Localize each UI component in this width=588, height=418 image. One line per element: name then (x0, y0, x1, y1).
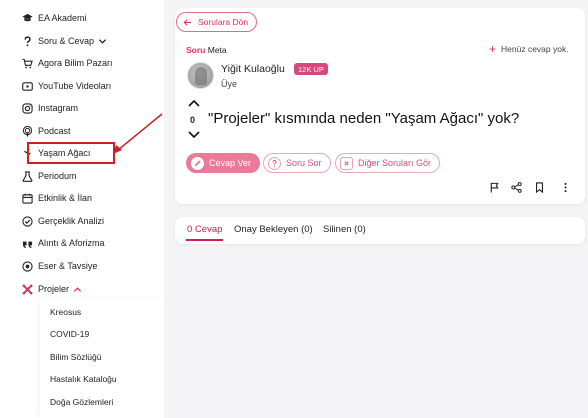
user-name[interactable]: Yiğit Kulaoğlu (221, 63, 285, 75)
sidebar-item-label: Gerçeklik Analizi (38, 216, 105, 226)
instagram-icon (21, 102, 33, 114)
sidebar-item-podcast[interactable]: Podcast (22, 123, 71, 139)
see-other-questions-button[interactable]: Diğer Soruları Gör (335, 153, 441, 173)
highlight-box (27, 142, 115, 164)
chevron-up-icon[interactable] (73, 285, 82, 294)
bookmark-icon[interactable] (533, 181, 545, 193)
sidebar-item-youtube[interactable]: YouTube Videoları (21, 78, 112, 94)
sidebar-item-instagram[interactable]: Instagram (21, 100, 79, 116)
flag-icon[interactable] (488, 181, 500, 193)
sidebar-item-ea-akademi[interactable]: EA Akademi (21, 10, 87, 26)
sidebar-item-label: Alıntı & Aforizma (38, 238, 105, 248)
play-icon (21, 80, 33, 92)
sidebar-item-label: Eser & Tavsiye (38, 261, 98, 271)
tab-answers[interactable]: 0 Cevap (187, 224, 222, 235)
vote-count: 0 (190, 115, 196, 125)
no-answer-text: Henüz cevap yok. (501, 44, 569, 54)
sidebar-item-agora[interactable]: Agora Bilim Pazarı (21, 55, 113, 71)
share-icon[interactable] (510, 181, 522, 193)
cart-icon (21, 57, 33, 69)
sidebar-item-label: Podcast (38, 126, 71, 136)
active-tab-underline (186, 239, 223, 241)
sidebar-item-periodum[interactable]: Periodum (22, 168, 77, 184)
flask-icon (21, 170, 33, 182)
book-icon (21, 260, 33, 272)
avatar[interactable] (187, 62, 214, 89)
sidebar-item-label: YouTube Videoları (38, 81, 112, 91)
sidebar-item-projeler[interactable]: Projeler (22, 281, 82, 297)
calendar-icon (21, 192, 33, 204)
annotation-arrow (113, 113, 163, 154)
submenu-item-doga-gozlemleri[interactable]: Doğa Gözlemleri (50, 397, 113, 407)
chevron-down-icon[interactable] (98, 37, 107, 46)
back-label: Sorulara Dön (198, 17, 249, 27)
user-role: Üye (221, 79, 238, 89)
ask-question-button[interactable]: Soru Sor (263, 153, 331, 173)
answer-button[interactable]: Cevap Ver (186, 153, 261, 173)
graduation-cap-icon (21, 12, 33, 24)
pencil-icon (191, 156, 204, 170)
see-other-questions-label: Diğer Soruları Gör (358, 158, 432, 168)
question-icon (21, 35, 33, 47)
question-icon (268, 156, 281, 170)
sidebar-item-label: Instagram (38, 103, 79, 113)
downvote-chevron-icon[interactable] (188, 131, 200, 139)
sidebar-item-etkinlik[interactable]: Etkinlik & İlan (21, 190, 93, 206)
question-meta-label: Soru Meta (186, 45, 227, 55)
sidebar-item-label: Soru & Cevap (38, 36, 95, 46)
submenu-item-hastalik-katalogu[interactable]: Hastalık Kataloğu (50, 374, 117, 384)
grid-icon (340, 156, 353, 170)
no-answer-status: + Henüz cevap yok. (489, 42, 569, 56)
sidebar-item-eser[interactable]: Eser & Tavsiye (21, 258, 98, 274)
more-vertical-icon[interactable] (559, 181, 571, 193)
check-circle-icon (21, 215, 33, 227)
projects-icon (21, 283, 33, 295)
arrow-left-icon (183, 18, 192, 26)
upvote-chevron-icon[interactable] (188, 99, 200, 107)
sidebar-item-label: Periodum (38, 171, 77, 181)
back-to-questions-button[interactable]: Sorulara Dön (176, 12, 258, 32)
submenu-item-covid[interactable]: COVID-19 (50, 329, 89, 339)
tab-deleted[interactable]: Silinen (0) (323, 224, 366, 235)
question-title: "Projeler" kısmında neden "Yaşam Ağacı" … (208, 110, 520, 127)
sidebar-item-soru-cevap[interactable]: Soru & Cevap (23, 33, 107, 49)
sidebar-item-label: Etkinlik & İlan (38, 193, 93, 203)
plus-icon: + (489, 42, 497, 56)
meta-label: Meta (207, 45, 227, 55)
tab-pending[interactable]: Onay Bekleyen (0) (234, 224, 313, 235)
sidebar-item-label: Projeler (38, 284, 70, 294)
sidebar-item-label: Agora Bilim Pazarı (38, 58, 113, 68)
submenu-item-kreosus[interactable]: Kreosus (50, 307, 81, 317)
podcast-icon (21, 125, 33, 137)
answer-label: Cevap Ver (209, 158, 252, 168)
user-badge: 12K UP (294, 63, 328, 75)
ask-question-label: Soru Sor (286, 158, 322, 168)
sidebar-item-label: EA Akademi (38, 13, 87, 23)
submenu-item-bilim-sozlugu[interactable]: Bilim Sözlüğü (50, 352, 102, 362)
sidebar-item-alinti[interactable]: Alıntı & Aforizma (22, 235, 105, 251)
quote-icon (21, 237, 33, 249)
soru-label: Soru (186, 45, 206, 55)
sidebar-item-gerceklik[interactable]: Gerçeklik Analizi (21, 213, 105, 229)
projeler-submenu: Kreosus COVID-19 Bilim Sözlüğü Hastalık … (40, 298, 164, 418)
question-card (175, 8, 585, 204)
